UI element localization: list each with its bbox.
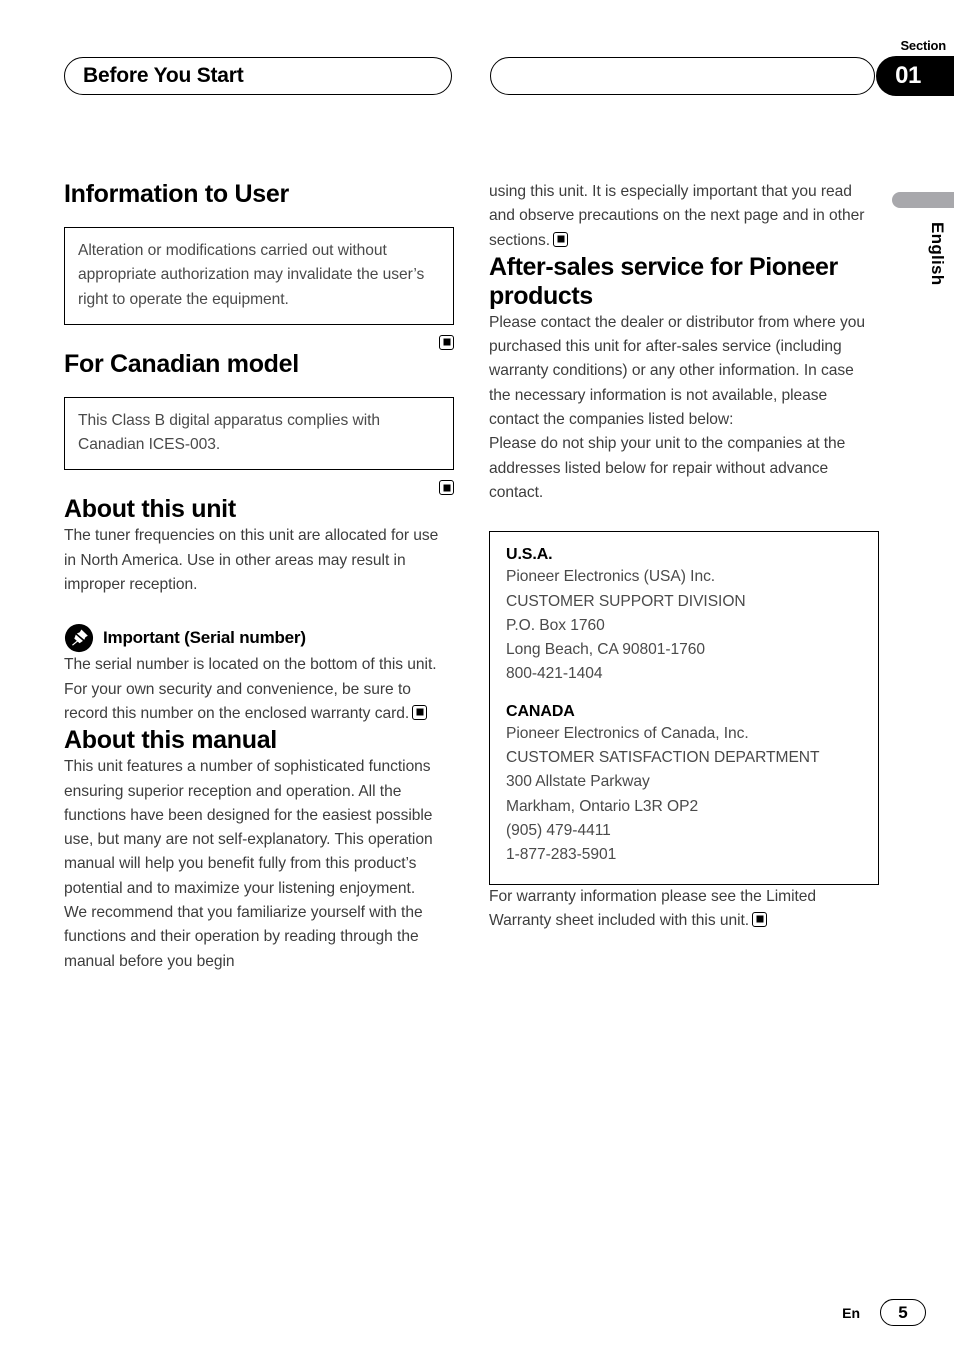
- address-line: CUSTOMER SUPPORT DIVISION: [506, 592, 746, 610]
- address-group-usa: U.S.A. Pioneer Electronics (USA) Inc. CU…: [506, 546, 862, 686]
- body-continuation: using this unit. It is especially import…: [489, 180, 879, 253]
- end-marker-row-information-to-user: [64, 334, 454, 350]
- address-phone: 1-877-283-5901: [506, 846, 617, 864]
- notice-text-information-to-user: Alteration or modifications carried out …: [78, 242, 425, 308]
- body-warranty-note: For warranty information please see the …: [489, 885, 879, 934]
- end-of-section-icon: [553, 231, 569, 247]
- body-after-sales-1: Please contact the dealer or distributor…: [489, 313, 866, 429]
- address-line: 300 Allstate Parkway: [506, 773, 650, 791]
- address-line: CUSTOMER SATISFACTION DEPARTMENT: [506, 749, 820, 767]
- heading-about-this-unit: About this unit: [64, 495, 236, 524]
- address-country-canada: CANADA: [506, 702, 575, 720]
- heading-after-sales-service: After-sales service for Pioneer products: [489, 252, 838, 310]
- running-head-title: Before You Start: [83, 64, 244, 87]
- body-after-sales-2: Please do not ship your unit to the comp…: [489, 435, 846, 501]
- important-heading-row: Important (Serial number): [64, 623, 454, 653]
- address-phone: 800-421-1404: [506, 665, 603, 683]
- end-marker-row-for-canadian-model: [64, 480, 454, 496]
- address-line: Markham, Ontario L3R OP2: [506, 797, 699, 815]
- important-body-text: The serial number is located on the bott…: [64, 656, 437, 722]
- left-column: Information to User Alteration or modifi…: [64, 180, 454, 974]
- address-group-canada: CANADA Pioneer Electronics of Canada, In…: [506, 703, 862, 868]
- end-of-section-icon: [439, 334, 454, 350]
- section-label: Section: [900, 38, 946, 53]
- body-about-this-manual-2: We recommend that you familiarize yourse…: [64, 904, 423, 970]
- side-tab-bar: [892, 192, 954, 208]
- page-footer: En 5: [842, 1299, 926, 1326]
- address-line: Pioneer Electronics (USA) Inc.: [506, 568, 716, 586]
- body-about-this-unit: The tuner frequencies on this unit are a…: [64, 527, 439, 594]
- section-number: 01: [895, 62, 921, 89]
- heading-about-this-manual: About this manual: [64, 726, 277, 755]
- address-line: P.O. Box 1760: [506, 616, 605, 634]
- right-column: using this unit. It is especially import…: [489, 180, 879, 933]
- notice-box-for-canadian-model: This Class B digital apparatus complies …: [64, 396, 454, 471]
- heading-for-canadian-model: For Canadian model: [64, 349, 299, 378]
- running-head-left-pill: Before You Start: [64, 57, 452, 95]
- footer-page-number: 5: [880, 1299, 926, 1326]
- pushpin-icon: [64, 623, 94, 653]
- address-country-usa: U.S.A.: [506, 546, 553, 564]
- side-tab-language-label: English: [928, 222, 947, 286]
- notice-box-information-to-user: Alteration or modifications carried out …: [64, 227, 454, 325]
- footer-language-code: En: [842, 1304, 860, 1321]
- contact-address-box: U.S.A. Pioneer Electronics (USA) Inc. CU…: [489, 531, 879, 885]
- end-of-section-icon: [412, 704, 428, 720]
- end-of-section-icon: [752, 911, 768, 927]
- manual-page: Before You Start Section 01 English Info…: [0, 0, 954, 1352]
- address-phone: (905) 479-4411: [506, 821, 611, 839]
- body-about-this-manual-1: This unit features a number of sophistic…: [64, 758, 433, 897]
- notice-text-for-canadian-model: This Class B digital apparatus complies …: [78, 411, 381, 454]
- address-line: Pioneer Electronics of Canada, Inc.: [506, 724, 749, 742]
- important-label: Important (Serial number): [103, 628, 306, 648]
- section-number-tab: 01: [876, 56, 954, 96]
- continuation-text: using this unit. It is especially import…: [489, 183, 865, 249]
- running-head-right-pill: [490, 57, 875, 95]
- end-of-section-icon: [439, 480, 454, 496]
- address-line: Long Beach, CA 90801-1760: [506, 641, 706, 659]
- body-important-serial-number: The serial number is located on the bott…: [64, 653, 454, 726]
- heading-information-to-user: Information to User: [64, 180, 289, 208]
